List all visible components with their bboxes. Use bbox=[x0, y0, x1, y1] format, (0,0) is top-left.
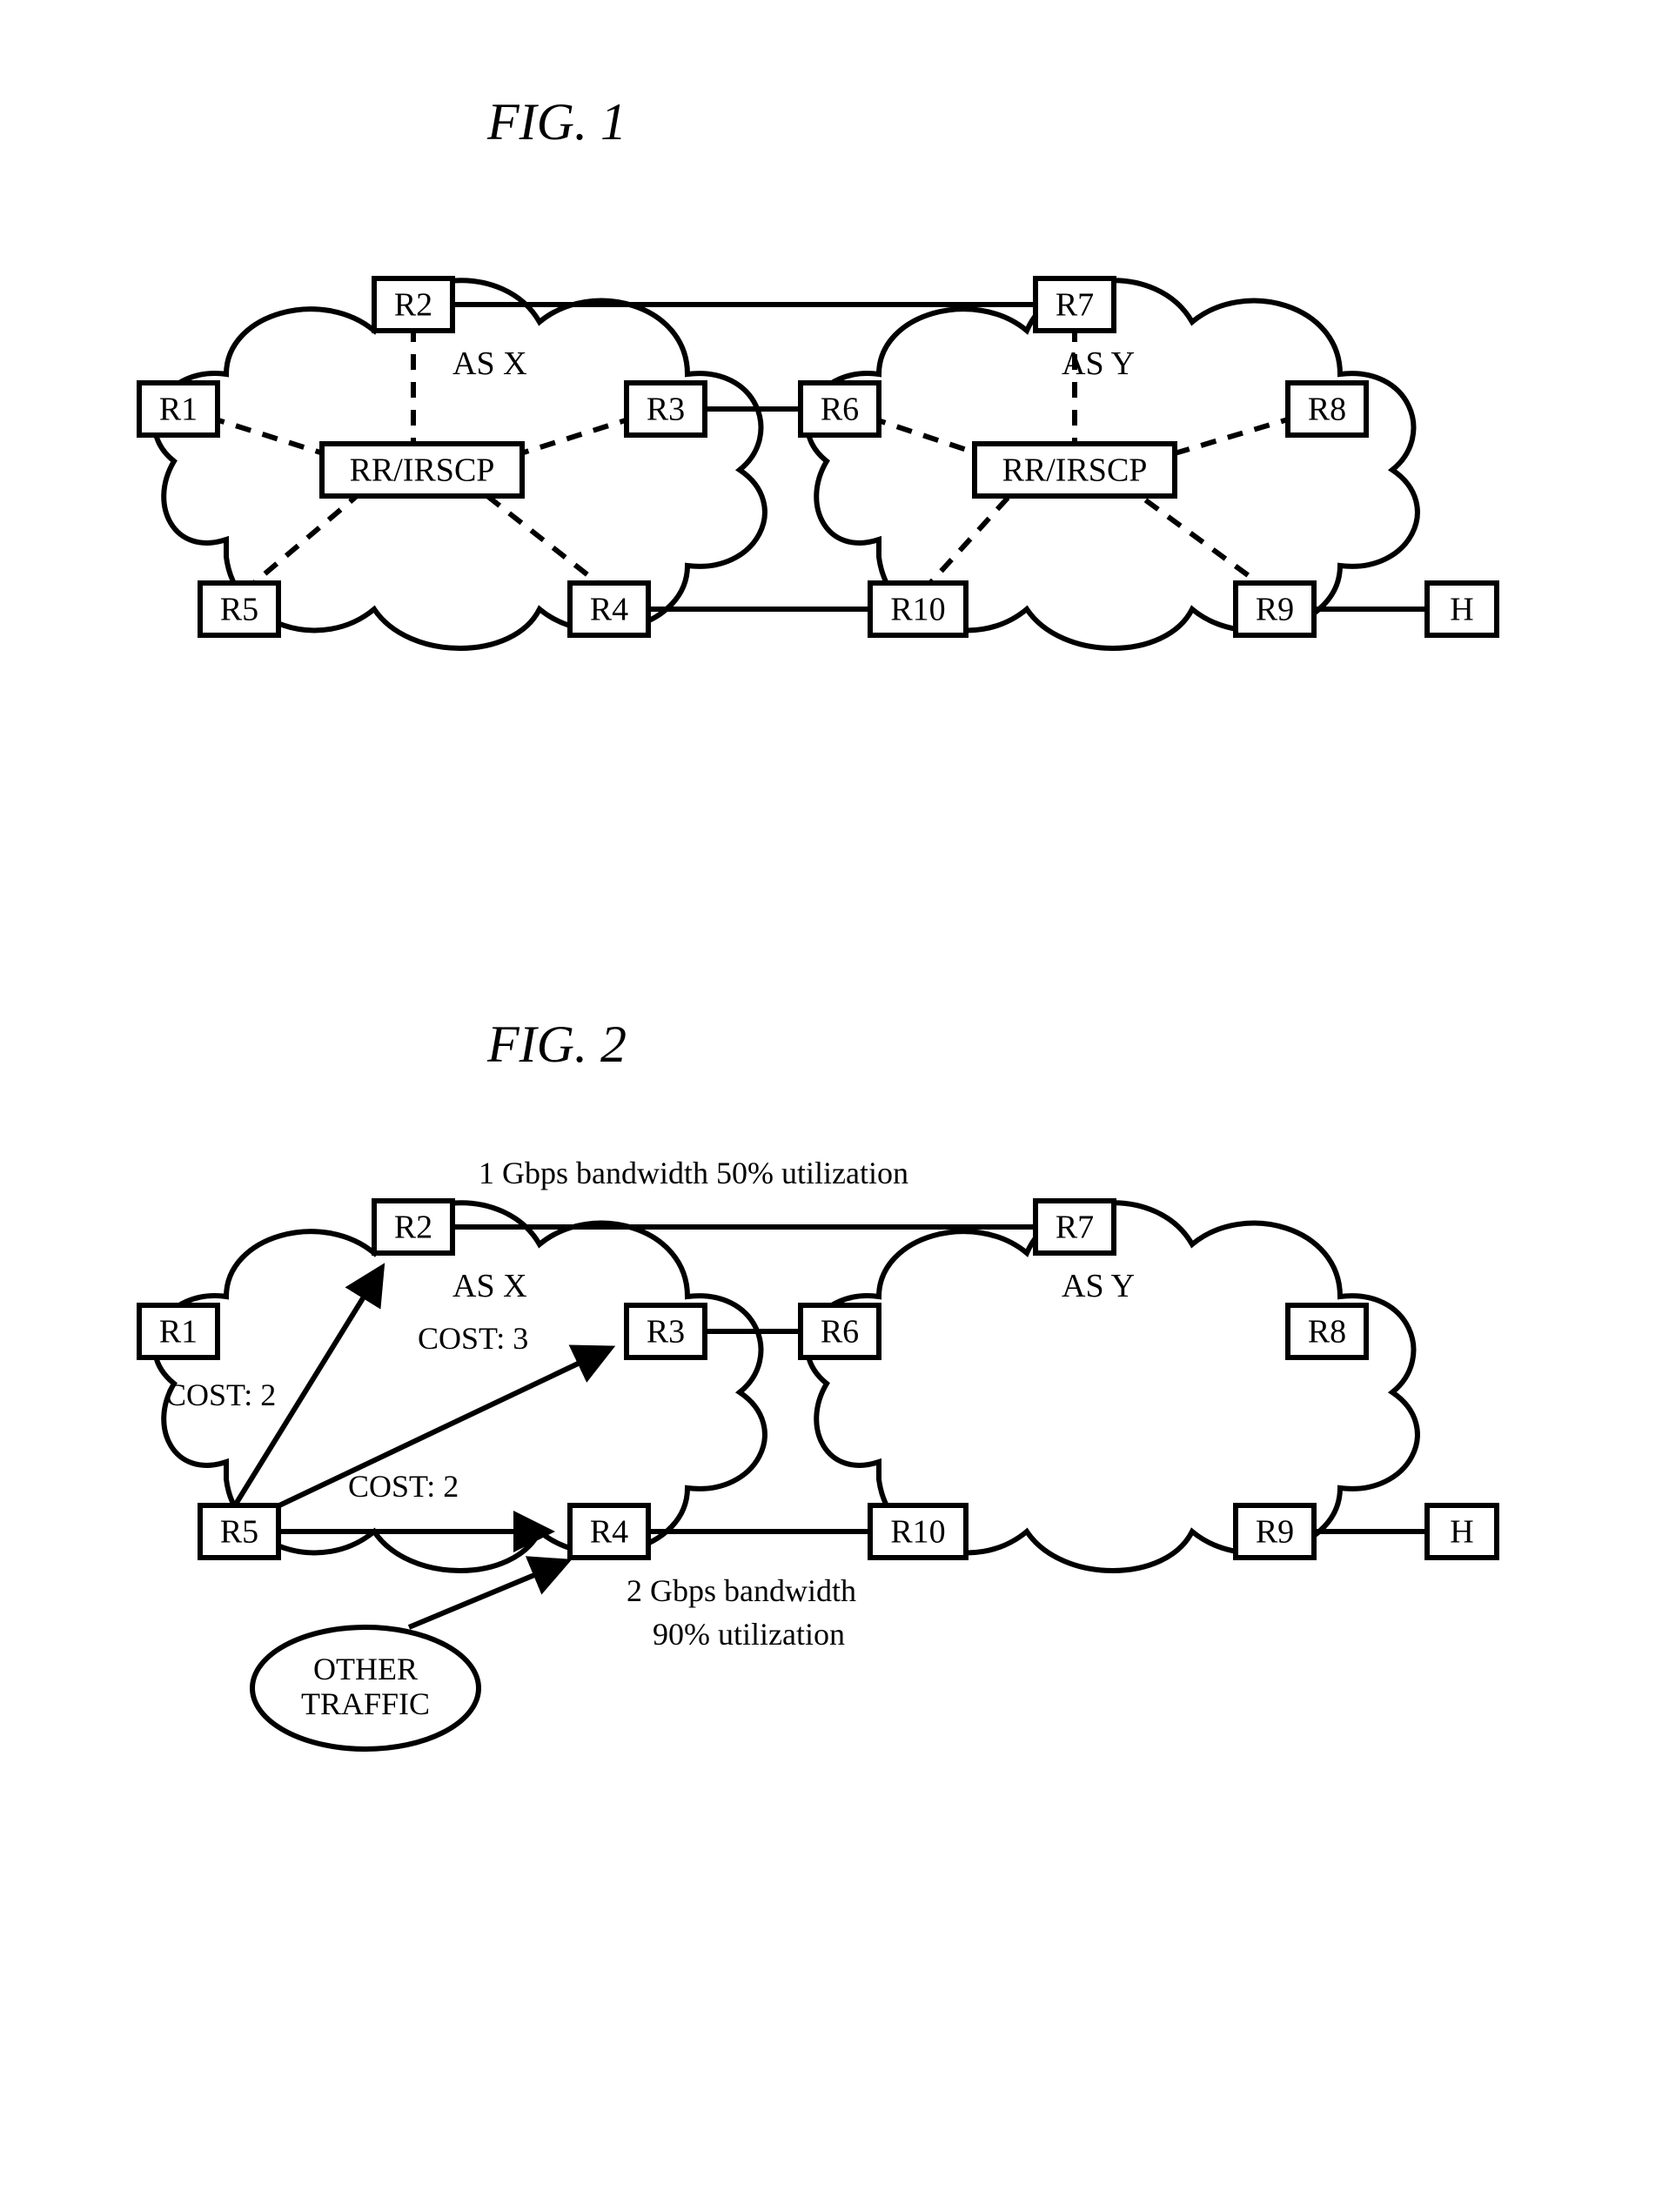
svg-text:R1: R1 bbox=[159, 1314, 198, 1351]
node2-r2: R2 bbox=[374, 1201, 452, 1253]
svg-text:R9: R9 bbox=[1256, 1514, 1294, 1551]
fig1-solid-links bbox=[452, 305, 1427, 609]
svg-text:R6: R6 bbox=[821, 1314, 859, 1351]
svg-text:R5: R5 bbox=[220, 592, 258, 628]
link-bottom-1: 2 Gbps bandwidth bbox=[627, 1573, 856, 1608]
node2-r6: R6 bbox=[801, 1305, 879, 1357]
svg-text:R2: R2 bbox=[394, 287, 432, 324]
fig1-title: FIG. 1 bbox=[486, 93, 627, 151]
svg-text:R5: R5 bbox=[220, 1514, 258, 1551]
as-x-label-2: AS X bbox=[452, 1268, 527, 1304]
node-r2: R2 bbox=[374, 278, 452, 331]
node-h: H bbox=[1427, 583, 1497, 635]
node2-r9: R9 bbox=[1236, 1505, 1314, 1558]
svg-text:R8: R8 bbox=[1308, 392, 1346, 428]
node-r9: R9 bbox=[1236, 583, 1314, 635]
svg-text:R7: R7 bbox=[1056, 1210, 1094, 1246]
fig2: FIG. 2 AS X AS Y 1 Gbps bandwidth 50% ut… bbox=[139, 1016, 1497, 1749]
node-r6: R6 bbox=[801, 383, 879, 435]
svg-text:TRAFFIC: TRAFFIC bbox=[301, 1686, 430, 1721]
cost-r5-r2: COST: 2 bbox=[165, 1377, 276, 1412]
svg-text:OTHER: OTHER bbox=[313, 1652, 418, 1686]
node2-r5: R5 bbox=[200, 1505, 278, 1558]
svg-text:R6: R6 bbox=[821, 392, 859, 428]
svg-text:R2: R2 bbox=[394, 1210, 432, 1246]
svg-text:RR/IRSCP: RR/IRSCP bbox=[1002, 452, 1148, 489]
as-x-label: AS X bbox=[452, 345, 527, 382]
link-top-annot: 1 Gbps bandwidth 50% utilization bbox=[479, 1156, 908, 1190]
node2-r8: R8 bbox=[1288, 1305, 1366, 1357]
svg-text:R4: R4 bbox=[590, 1514, 628, 1551]
fig2-title: FIG. 2 bbox=[486, 1016, 627, 1073]
svg-text:H: H bbox=[1450, 1514, 1473, 1551]
node-rr-y: RR/IRSCP bbox=[975, 444, 1175, 496]
node-r1: R1 bbox=[139, 383, 218, 435]
svg-text:R10: R10 bbox=[890, 1514, 945, 1551]
node-r8: R8 bbox=[1288, 383, 1366, 435]
fig2-nodes: R1 R2 R3 R4 R5 R6 R7 R8 R9 R10 H bbox=[139, 1201, 1497, 1558]
node-r3: R3 bbox=[627, 383, 705, 435]
node-r4: R4 bbox=[570, 583, 648, 635]
fig2-solid-links bbox=[452, 1227, 1427, 1532]
other-traffic-node: OTHER TRAFFIC bbox=[252, 1627, 479, 1749]
svg-text:R7: R7 bbox=[1056, 287, 1094, 324]
svg-text:R8: R8 bbox=[1308, 1314, 1346, 1351]
node2-r1: R1 bbox=[139, 1305, 218, 1357]
node2-r3: R3 bbox=[627, 1305, 705, 1357]
cost-r5-r3: COST: 3 bbox=[418, 1321, 528, 1356]
node-r5: R5 bbox=[200, 583, 278, 635]
svg-text:R3: R3 bbox=[647, 1314, 685, 1351]
node2-r7: R7 bbox=[1036, 1201, 1114, 1253]
node2-h: H bbox=[1427, 1505, 1497, 1558]
node-rr-x: RR/IRSCP bbox=[322, 444, 522, 496]
svg-text:R10: R10 bbox=[890, 592, 945, 628]
svg-text:R4: R4 bbox=[590, 592, 628, 628]
svg-text:H: H bbox=[1450, 592, 1473, 628]
svg-text:R9: R9 bbox=[1256, 592, 1294, 628]
fig1: FIG. 1 AS X AS Y bbox=[139, 93, 1497, 648]
node-r7: R7 bbox=[1036, 278, 1114, 331]
as-y-label-2: AS Y bbox=[1062, 1268, 1135, 1304]
svg-text:R1: R1 bbox=[159, 392, 198, 428]
link-bottom-2: 90% utilization bbox=[653, 1617, 845, 1652]
arrow-other-traffic bbox=[409, 1562, 566, 1627]
svg-text:R3: R3 bbox=[647, 392, 685, 428]
node2-r10: R10 bbox=[870, 1505, 966, 1558]
cost-r5-r4: COST: 2 bbox=[348, 1469, 459, 1504]
node-r10: R10 bbox=[870, 583, 966, 635]
svg-text:RR/IRSCP: RR/IRSCP bbox=[350, 452, 495, 489]
node2-r4: R4 bbox=[570, 1505, 648, 1558]
fig1-nodes: R1 R2 R3 R4 R5 RR/IRSCP R6 R7 R8 R9 R10 … bbox=[139, 278, 1497, 635]
